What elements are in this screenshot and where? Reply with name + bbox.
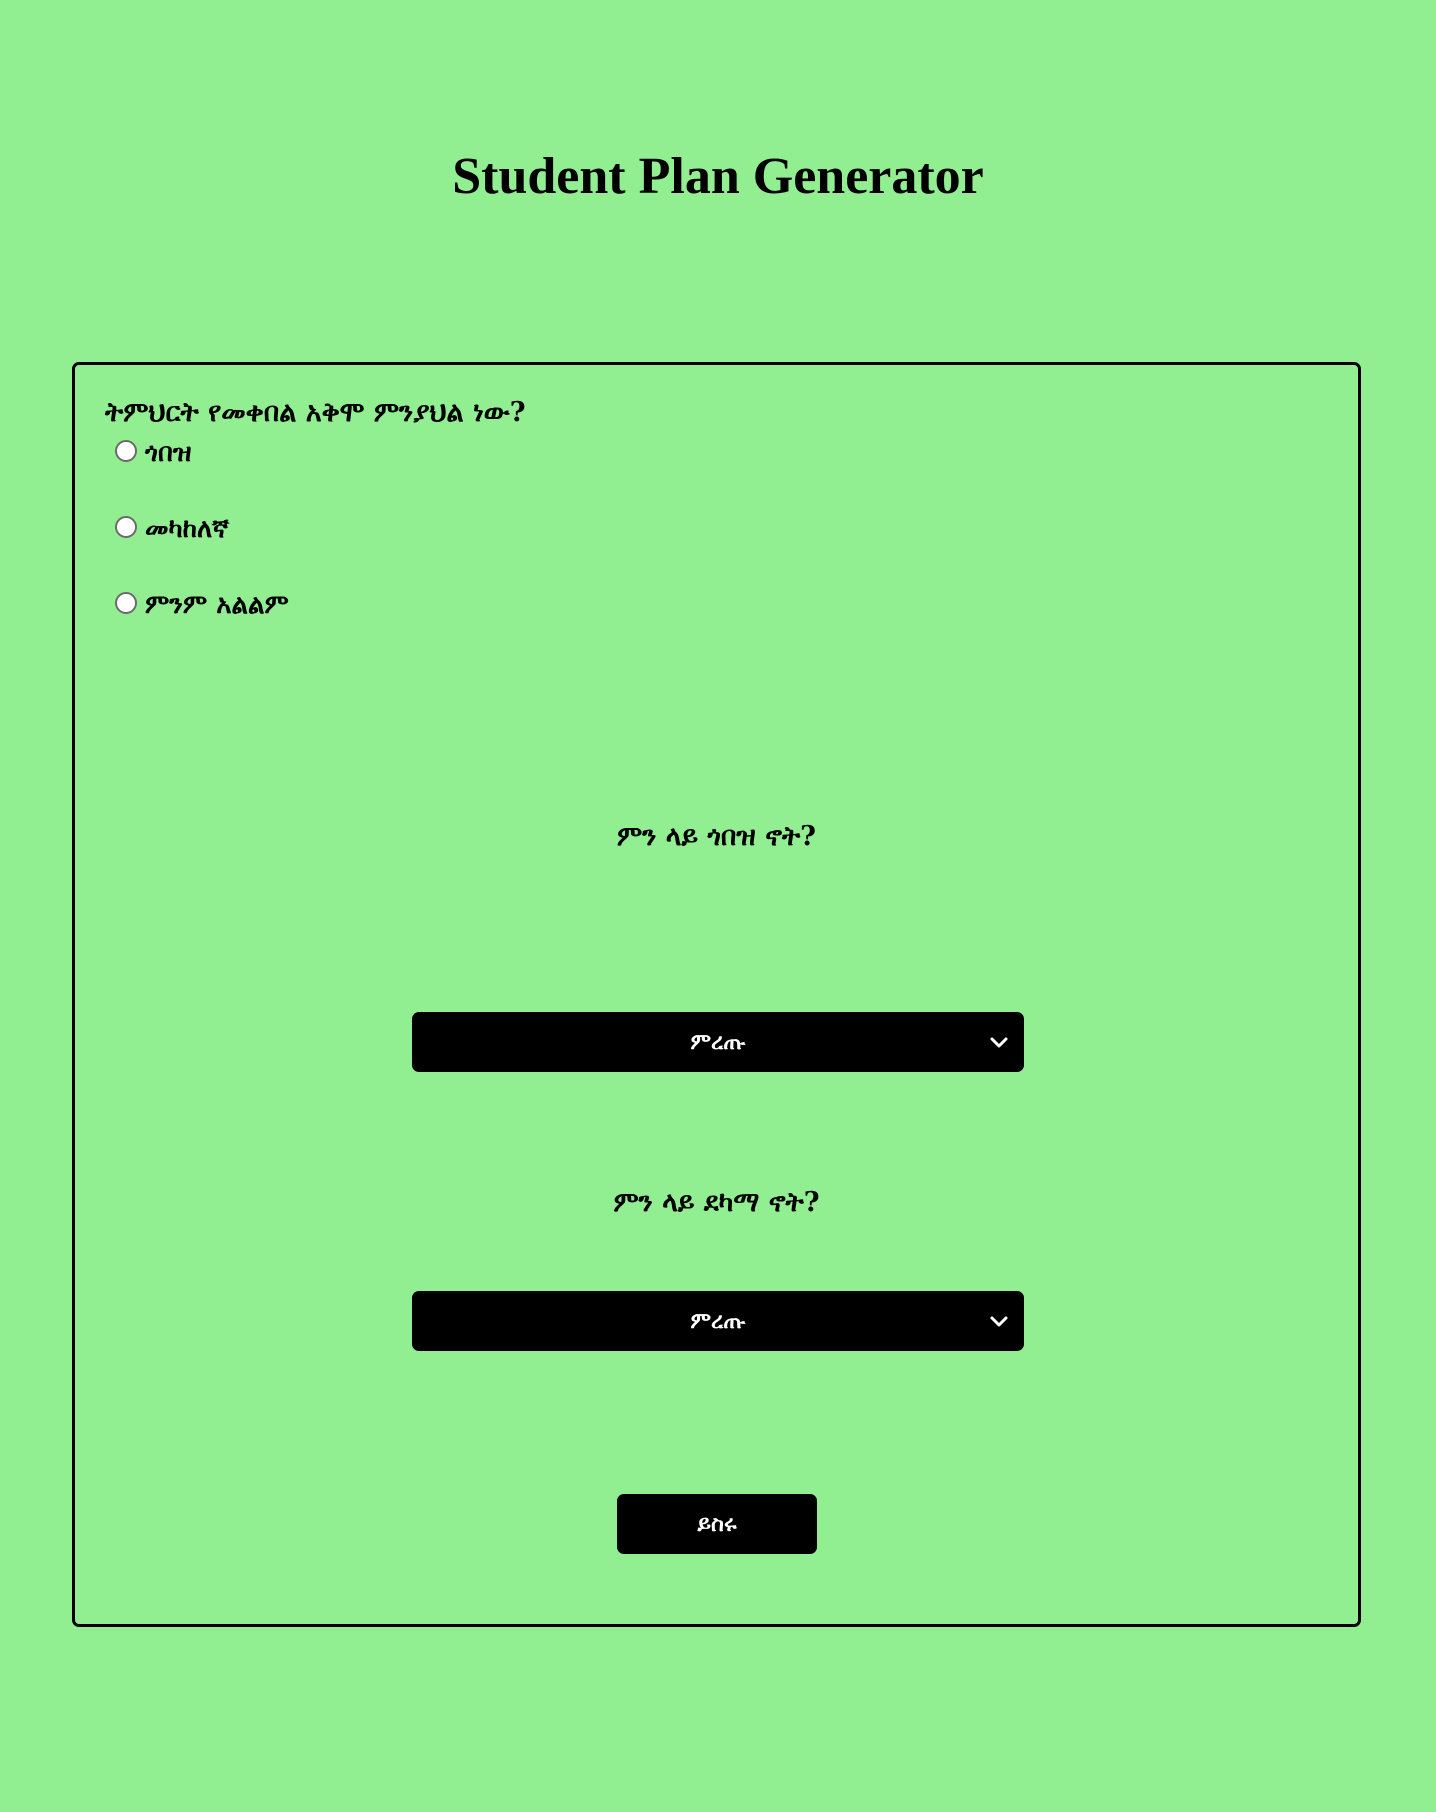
radio-button[interactable] (115, 439, 137, 462)
radio-button[interactable] (115, 591, 137, 614)
strong-subject-select[interactable]: ምረጡ (412, 1012, 1024, 1072)
ability-option-label: ምንም አልልም (145, 590, 289, 620)
ability-option-label: ጎበዝ (145, 438, 192, 468)
ability-question-label: ትምህርት የመቀበል አቅሞ ምንያህል ነው? (105, 397, 526, 428)
ability-option-label: መካከለኛ (145, 514, 229, 544)
strong-subject-select-value: ምረጡ (690, 1029, 746, 1055)
chevron-down-icon (990, 1037, 1008, 1048)
chevron-down-icon (990, 1316, 1008, 1327)
weak-subject-select-value: ምረጡ (690, 1308, 746, 1334)
ability-option-mekakelegna[interactable]: መካከለኛ (115, 514, 229, 545)
strong-subject-label: ምን ላይ ጎበዝ ኖት? (617, 821, 816, 852)
weak-subject-select[interactable]: ምረጡ (412, 1291, 1024, 1351)
radio-button[interactable] (115, 515, 137, 538)
weak-subject-label: ምን ላይ ደካማ ኖት? (613, 1187, 820, 1218)
ability-option-gobez[interactable]: ጎበዝ (115, 438, 192, 469)
plan-form: ትምህርት የመቀበል አቅሞ ምንያህል ነው? ጎበዝ መካከለኛ ምንም … (72, 362, 1361, 1627)
submit-button[interactable]: ይስሩ (617, 1494, 817, 1554)
page-title: Student Plan Generator (452, 148, 984, 205)
ability-option-none[interactable]: ምንም አልልም (115, 590, 289, 621)
submit-button-label: ይስሩ (697, 1511, 737, 1537)
